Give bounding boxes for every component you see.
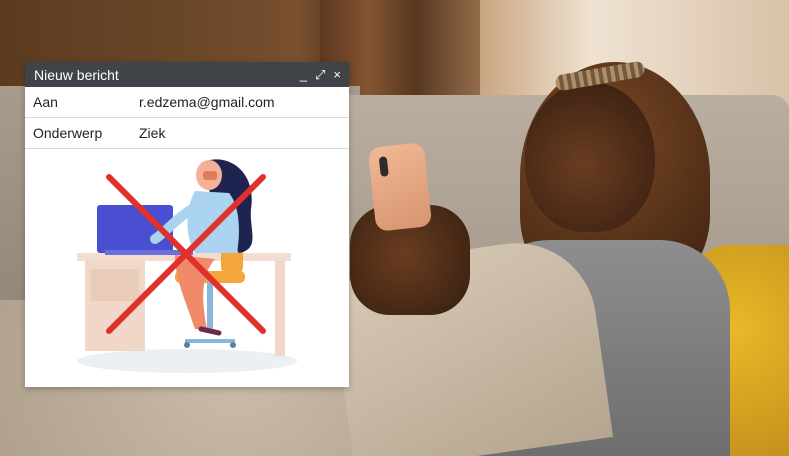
subject-field[interactable]: Ziek (139, 125, 349, 141)
expand-icon[interactable]: ⤢ (315, 68, 325, 81)
chair-wheel (184, 342, 190, 348)
to-label: Aan (33, 94, 58, 110)
minimize-icon[interactable]: _ (300, 68, 307, 81)
to-field[interactable]: r.edzema@gmail.com (139, 94, 349, 110)
person-head (525, 82, 655, 232)
to-field-row[interactable]: Aan r.edzema@gmail.com (25, 87, 349, 118)
floor-shadow (77, 349, 297, 373)
photo-background: Nieuw bericht _ ⤢ × Aan r.edzema@gmail.c… (0, 0, 789, 456)
sick-worker-illustration (77, 159, 297, 373)
compose-title: Nieuw bericht (34, 66, 119, 83)
chair-wheel (230, 342, 236, 348)
subject-field-row[interactable]: Onderwerp Ziek (25, 118, 349, 149)
compose-window: Nieuw bericht _ ⤢ × Aan r.edzema@gmail.c… (25, 62, 349, 387)
desk-drawer (91, 269, 139, 301)
phone-camera (378, 156, 389, 177)
subject-label: Onderwerp (33, 125, 103, 141)
chair-pole (207, 283, 213, 333)
compose-header: Nieuw bericht _ ⤢ × (25, 62, 349, 87)
window-controls: _ ⤢ × (300, 68, 341, 81)
smartphone (367, 142, 433, 232)
message-body[interactable] (25, 149, 349, 385)
desk-leg (275, 261, 285, 356)
woman-shoes (198, 326, 222, 336)
close-icon[interactable]: × (333, 68, 341, 81)
face-mask (203, 171, 217, 180)
